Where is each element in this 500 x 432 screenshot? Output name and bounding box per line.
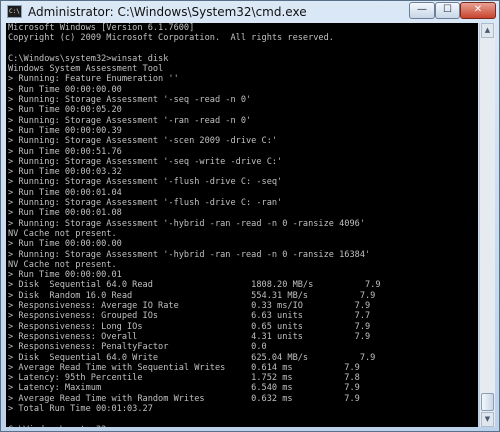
cmd-icon: C:\ <box>7 5 22 18</box>
console-line: > Average Read Time with Sequential Writ… <box>8 362 360 373</box>
title-bar[interactable]: C:\ Administrator: C:\Windows\System32\c… <box>1 1 499 23</box>
console-line: > Running: Storage Assessment '-flush -d… <box>8 177 283 188</box>
console-line: > Run Time 00:00:00.39 <box>8 125 122 136</box>
console-line: > Disk Sequential 64.0 Write 625.04 MB/s… <box>8 352 376 363</box>
scroll-up-arrow-icon[interactable]: ▲ <box>481 23 494 38</box>
maximize-button[interactable]: ☐ <box>435 2 460 19</box>
console-line: > Run Time 00:00:05.20 <box>8 105 122 116</box>
close-button[interactable]: ✕ <box>460 2 496 19</box>
scroll-down-arrow-icon[interactable]: ▼ <box>481 412 494 427</box>
console-line: > Run Time 00:00:01.08 <box>8 208 122 219</box>
console-line: > Running: Feature Enumeration '' <box>8 74 179 85</box>
console-line: > Disk Sequential 64.0 Read 1808.20 MB/s… <box>8 280 381 291</box>
minimize-button[interactable]: — <box>409 2 435 19</box>
console-line: > Run Time 00:00:00.01 <box>8 270 122 281</box>
console-line: NV Cache not present. <box>8 228 117 239</box>
console-line: > Running: Storage Assessment '-hybrid -… <box>8 249 371 260</box>
console-line: > Average Read Time with Random Writes 0… <box>8 393 360 404</box>
console-line: > Running: Storage Assessment '-seq -rea… <box>8 95 252 106</box>
console-line: > Running: Storage Assessment '-flush -d… <box>8 198 283 209</box>
cmd-window: C:\ Administrator: C:\Windows\System32\c… <box>0 0 500 432</box>
console-line: > Run Time 00:00:51.76 <box>8 146 122 157</box>
console-line: Copyright (c) 2009 Microsoft Corporation… <box>8 33 334 44</box>
scroll-thumb[interactable] <box>481 393 494 411</box>
console-line: > Disk Random 16.0 Read 554.31 MB/s 7.9 <box>8 290 376 301</box>
console-line: NV Cache not present. <box>8 259 117 270</box>
console-line: > Run Time 00:00:01.04 <box>8 187 122 198</box>
console-line: C:\Windows\system32>winsat disk <box>8 53 169 64</box>
console-line: > Total Run Time 00:01:03.27 <box>8 403 153 414</box>
console-line: > Run Time 00:00:00.00 <box>8 84 122 95</box>
vertical-scrollbar[interactable]: ▲ ▼ <box>479 23 495 427</box>
console-line: > Responsiveness: Overall 4.31 units 7.9 <box>8 331 371 342</box>
console-text: Microsoft Windows [Version 6.1.7600] Cop… <box>6 23 478 427</box>
console-line: Windows System Assessment Tool <box>8 64 164 75</box>
console-line: > Running: Storage Assessment '-scen 200… <box>8 136 278 147</box>
console-line: > Running: Storage Assessment '-seq -wri… <box>8 156 283 167</box>
console-line: > Responsiveness: Grouped IOs 6.63 units… <box>8 311 371 322</box>
console-line: > Responsiveness: Long IOs 0.65 units 7.… <box>8 321 371 332</box>
console-line: Microsoft Windows [Version 6.1.7600] <box>8 23 195 33</box>
console-line: > Run Time 00:00:03.32 <box>8 167 122 178</box>
window-title: Administrator: C:\Windows\System32\cmd.e… <box>28 5 307 19</box>
console-line: > Responsiveness: Average IO Rate 0.33 m… <box>8 301 371 312</box>
console-line: > Run Time 00:00:00.00 <box>8 239 122 250</box>
console-line: > Latency: 95th Percentile 1.752 ms 7.8 <box>8 373 360 384</box>
console-line: > Running: Storage Assessment '-ran -rea… <box>8 115 252 126</box>
console-output[interactable]: Microsoft Windows [Version 6.1.7600] Cop… <box>6 23 478 427</box>
console-line: > Responsiveness: PenaltyFactor 0.0 <box>8 342 267 353</box>
console-line: C:\Windows\system32> <box>8 425 111 427</box>
console-line: > Latency: Maximum 6.540 ms 7.9 <box>8 383 360 394</box>
console-line: > Running: Storage Assessment '-hybrid -… <box>8 218 365 229</box>
